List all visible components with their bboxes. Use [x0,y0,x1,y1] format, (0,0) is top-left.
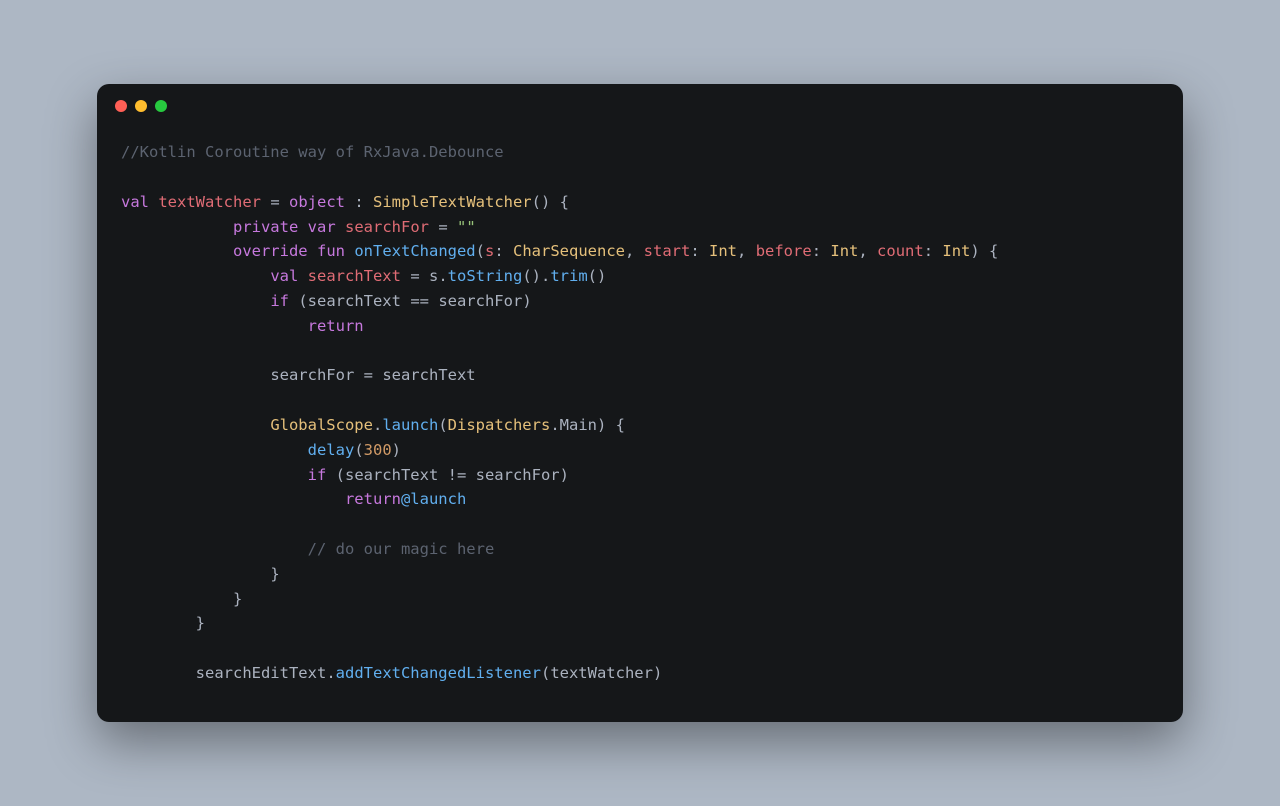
maximize-icon[interactable] [155,100,167,112]
code-operator: = [429,218,457,236]
code-type: CharSequence [513,242,625,260]
code-type: Dispatchers [448,416,551,434]
code-keyword: return [308,317,364,335]
code-operator: = [354,366,382,384]
code-number: 300 [364,441,392,459]
code-operator: : [345,193,373,211]
code-window: //Kotlin Coroutine way of RxJava.Debounc… [97,84,1183,722]
code-identifier: textWatcher [158,193,261,211]
code-dot: . [373,416,382,434]
code-operator: == [401,292,438,310]
code-keyword: var [308,218,336,236]
code-function: trim [550,267,587,285]
code-keyword: if [270,292,289,310]
code-keyword: override [233,242,308,260]
code-function: onTextChanged [354,242,475,260]
code-operator: = [261,193,289,211]
close-icon[interactable] [115,100,127,112]
code-paren: ) { [597,416,625,434]
code-identifier: searchEditText [196,664,327,682]
code-identifier: searchFor [270,366,354,384]
code-paren: ) [560,466,569,484]
code-keyword: object [289,193,345,211]
code-paren: ( [326,466,345,484]
code-param: start [644,242,691,260]
code-string: "" [457,218,476,236]
code-brace: } [270,565,279,583]
code-brace: } [233,590,242,608]
code-identifier: textWatcher [550,664,653,682]
code-paren: ( [541,664,550,682]
code-identifier: searchText [308,292,401,310]
code-paren: ( [289,292,308,310]
code-function: launch [382,416,438,434]
code-paren: ) [392,441,401,459]
code-identifier: searchFor [438,292,522,310]
code-paren: ) [653,664,662,682]
code-identifier: searchText [382,366,475,384]
code-type: GlobalScope [270,416,373,434]
code-brace: } [196,614,205,632]
code-operator: = [401,267,429,285]
code-keyword: return [345,490,401,508]
code-keyword: if [308,466,327,484]
code-paren: () { [532,193,569,211]
code-keyword: fun [317,242,345,260]
code-identifier: searchText [345,466,438,484]
code-label: @launch [401,490,466,508]
code-keyword: private [233,218,298,236]
code-type: Int [830,242,858,260]
code-identifier: Main [560,416,597,434]
code-param: count [877,242,924,260]
code-function: addTextChangedListener [336,664,541,682]
code-block: //Kotlin Coroutine way of RxJava.Debounc… [97,128,1183,722]
code-comment: // do our magic here [308,540,495,558]
code-paren: ( [476,242,485,260]
code-paren: ( [438,416,447,434]
minimize-icon[interactable] [135,100,147,112]
code-keyword: val [121,193,149,211]
code-paren: ) [522,292,531,310]
code-param: s [485,242,494,260]
code-operator: != [438,466,475,484]
code-keyword: val [270,267,298,285]
code-identifier: s [429,267,438,285]
code-function: toString [448,267,523,285]
code-paren: ) { [970,242,998,260]
code-type: Int [942,242,970,260]
code-param: before [756,242,812,260]
code-function: delay [308,441,355,459]
code-identifier: searchFor [345,218,429,236]
code-identifier: searchText [308,267,401,285]
window-titlebar [97,84,1183,128]
code-identifier: searchFor [476,466,560,484]
code-comment: //Kotlin Coroutine way of RxJava.Debounc… [121,143,504,161]
code-type: Int [709,242,737,260]
code-paren: ( [354,441,363,459]
code-dot: . [326,664,335,682]
code-type: SimpleTextWatcher [373,193,532,211]
